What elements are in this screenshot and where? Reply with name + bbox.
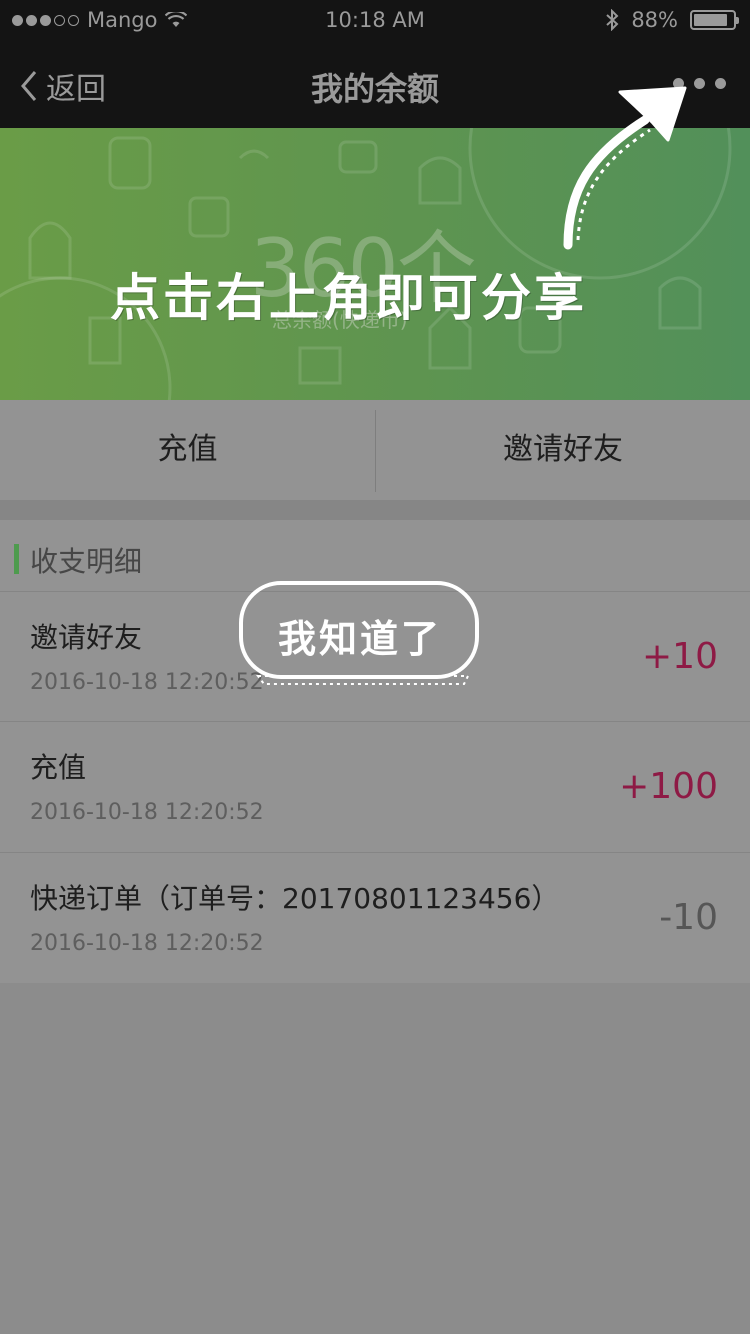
transaction-row[interactable]: 充值 2016-10-18 12:20:52 +100	[0, 721, 750, 852]
transaction-title: 邀请好友	[30, 621, 143, 654]
status-bar: Mango 10:18 AM 88%	[0, 0, 750, 40]
transaction-amount: -10	[659, 897, 718, 938]
transaction-title: 充值	[30, 751, 87, 784]
more-dot-icon	[715, 78, 726, 89]
transaction-amount: +100	[619, 766, 718, 807]
transaction-time: 2016-10-18 12:20:52	[30, 931, 264, 956]
battery-percent: 88%	[631, 8, 678, 32]
invite-friends-button[interactable]: 邀请好友	[376, 400, 750, 500]
section-accent-bar	[14, 544, 19, 574]
bluetooth-icon	[606, 9, 619, 31]
recharge-button[interactable]: 充值	[0, 400, 375, 500]
transaction-title: 快递订单（订单号：20170801123456）	[30, 882, 560, 915]
battery-fill	[694, 14, 727, 26]
transaction-amount: +10	[642, 636, 718, 677]
transaction-time: 2016-10-18 12:20:52	[30, 670, 264, 695]
battery-icon	[690, 10, 739, 30]
action-bar: 充值 邀请好友	[0, 400, 750, 500]
transaction-time: 2016-10-18 12:20:52	[30, 800, 264, 825]
got-it-button[interactable]: 我知道了	[238, 580, 482, 688]
share-hint-text: 点击右上角即可分享	[110, 268, 587, 327]
section-gap	[0, 500, 750, 520]
got-it-label: 我知道了	[277, 616, 442, 661]
battery-cap	[736, 17, 739, 24]
transaction-row[interactable]: 快递订单（订单号：20170801123456） 2016-10-18 12:2…	[0, 852, 750, 983]
share-hint-arrow-icon	[563, 86, 687, 250]
section-title: 收支明细	[30, 545, 143, 578]
status-right: 88%	[605, 8, 739, 32]
